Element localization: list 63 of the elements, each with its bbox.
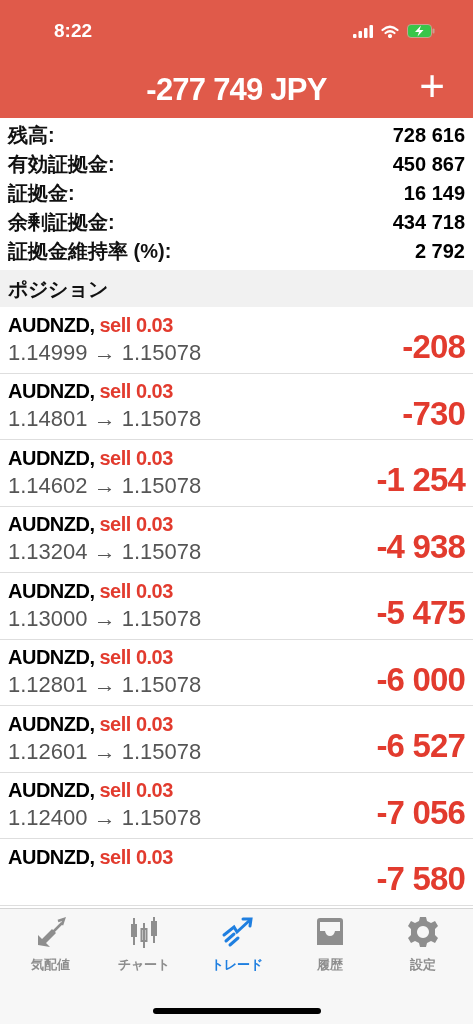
summary-label: 証拠金維持率 (%):: [8, 238, 172, 264]
profit-value: -5 475: [376, 593, 465, 633]
symbol-name: AUDNZD,: [8, 312, 95, 338]
symbol-name: AUDNZD,: [8, 645, 95, 671]
summary-label: 有効証拠金:: [8, 151, 115, 177]
position-row[interactable]: AUDNZD, sell 0.03 -7 580: [0, 839, 473, 906]
symbol-name: AUDNZD,: [8, 711, 95, 737]
order-type: sell 0.03: [99, 578, 173, 604]
position-row[interactable]: AUDNZD, sell 0.03 1.14999 → 1.15078 -208: [0, 307, 473, 374]
summary-value: 450 867: [392, 151, 465, 177]
order-type: sell 0.03: [99, 645, 173, 671]
profit-value: -7 580: [376, 859, 465, 899]
add-button[interactable]: +: [415, 64, 449, 108]
order-type: sell 0.03: [99, 379, 173, 405]
symbol-name: AUDNZD,: [8, 512, 95, 538]
price-range: 1.12400 → 1.15078: [8, 804, 202, 833]
profit-value: -6 527: [376, 726, 465, 766]
symbol-name: AUDNZD,: [8, 578, 95, 604]
order-type: sell 0.03: [99, 711, 173, 737]
account-balance-title: -277 749 JPY: [146, 70, 327, 109]
profit-value: -1 254: [376, 460, 465, 500]
position-row[interactable]: AUDNZD, sell 0.03 1.12801 → 1.15078 -6 000: [0, 639, 473, 706]
order-type: sell 0.03: [99, 445, 173, 471]
summary-value: 434 718: [392, 209, 465, 235]
settings-icon: [405, 915, 440, 949]
price-range: 1.12601 → 1.15078: [8, 737, 202, 766]
summary-label: 証拠金:: [8, 180, 75, 206]
price-range: 1.14801 → 1.15078: [8, 405, 202, 434]
price-range: 1.13000 → 1.15078: [8, 604, 202, 633]
summary-value: 2 792: [414, 238, 465, 264]
order-type: sell 0.03: [99, 512, 173, 538]
profit-value: -7 056: [376, 792, 465, 833]
price-range: 1.14999 → 1.15078: [8, 338, 202, 367]
price-range: 1.13204 → 1.15078: [8, 538, 202, 567]
summary-value: 16 149: [403, 180, 465, 206]
position-row[interactable]: AUDNZD, sell 0.03 1.13000 → 1.15078 -5 475: [0, 573, 473, 640]
order-type: sell 0.03: [99, 844, 173, 870]
position-row[interactable]: AUDNZD, sell 0.03 1.14801 → 1.15078 -730: [0, 373, 473, 440]
summary-label: 余剰証拠金:: [8, 209, 115, 235]
tab-bar-item[interactable]: トレード: [191, 915, 282, 975]
symbol-name: AUDNZD,: [8, 844, 95, 870]
status-time: 8:22: [54, 18, 93, 43]
price-range: 1.14602 → 1.15078: [8, 471, 202, 500]
profit-value: -730: [402, 393, 465, 434]
order-type: sell 0.03: [99, 312, 173, 338]
symbol-name: AUDNZD,: [8, 379, 95, 405]
summary-label: 残高:: [8, 122, 55, 148]
battery-charging-icon: [407, 24, 435, 38]
position-row[interactable]: AUDNZD, sell 0.03 1.12601 → 1.15078 -6 527: [0, 706, 473, 773]
position-row[interactable]: AUDNZD, sell 0.03 1.12400 → 1.15078 -7 056: [0, 772, 473, 839]
signal-icon: [353, 24, 373, 38]
position-row[interactable]: AUDNZD, sell 0.03 1.13204 → 1.15078 -4 938: [0, 506, 473, 573]
profit-value: -4 938: [376, 526, 465, 567]
profit-value: -6 000: [376, 659, 465, 700]
price-range: 1.12801 → 1.15078: [8, 671, 202, 700]
order-type: sell 0.03: [99, 778, 173, 804]
profit-value: -208: [402, 327, 465, 367]
wifi-icon: [381, 24, 399, 38]
symbol-name: AUDNZD,: [8, 778, 95, 804]
position-row[interactable]: AUDNZD, sell 0.03 1.14602 → 1.15078 -1 254: [0, 440, 473, 507]
summary-value: 728 616: [392, 122, 465, 148]
symbol-name: AUDNZD,: [8, 445, 95, 471]
section-title: ポジション: [8, 276, 108, 302]
